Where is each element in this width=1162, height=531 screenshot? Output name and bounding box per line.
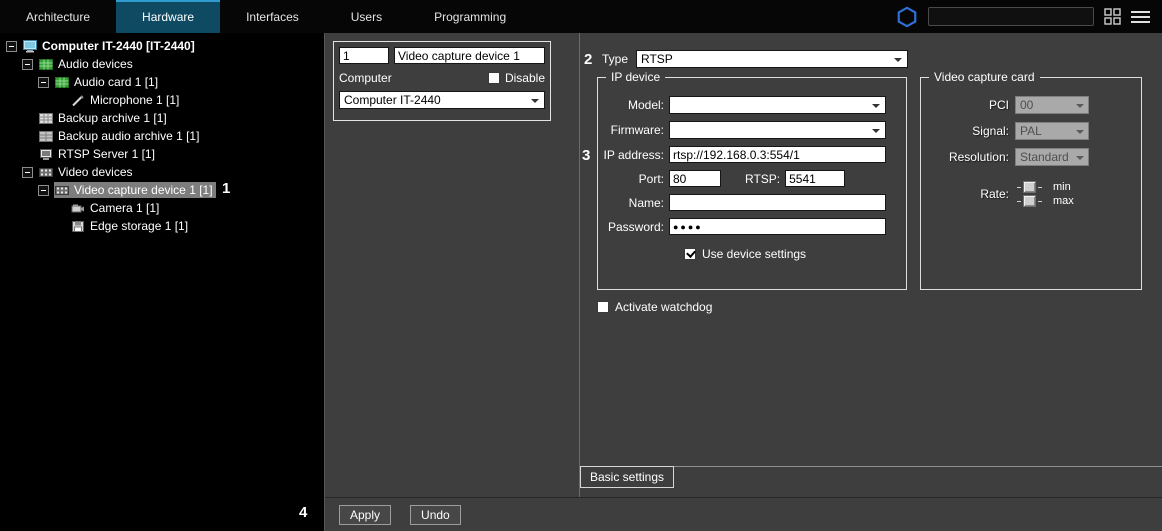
tree-item-computer[interactable]: Computer IT-2440 [IT-2440] (0, 37, 324, 55)
activate-watchdog-checkbox[interactable] (597, 301, 609, 313)
tab-basic-settings[interactable]: Basic settings (580, 466, 675, 488)
logo-hexagon-icon (896, 6, 918, 28)
menu-hardware[interactable]: Hardware (116, 0, 221, 33)
top-menubar: Architecture Hardware Interfaces Users P… (0, 0, 1162, 33)
rate-label: Rate: (980, 187, 1009, 201)
type-select[interactable]: RTSP (636, 50, 909, 68)
device-settings: Type RTSP IP device Model: Firmware: IP … (580, 33, 1162, 497)
resolution-label: Resolution: (948, 150, 1009, 164)
camera-icon (71, 202, 85, 215)
step-annotation-1: 1 (222, 180, 231, 197)
video-capture-device-icon (55, 184, 69, 197)
computer-icon (23, 39, 37, 53)
search-input[interactable] (928, 7, 1094, 26)
device-name-input[interactable] (394, 47, 545, 64)
tree-item-camera[interactable]: Camera 1 [1] (0, 199, 324, 217)
tick-mark (1038, 200, 1042, 202)
device-card: Computer Disable Computer IT-2440 (333, 41, 551, 121)
tree-item-audio-devices[interactable]: Audio devices (0, 55, 324, 73)
tree-item-video-devices[interactable]: Video devices (0, 163, 324, 181)
computer-select[interactable]: Computer IT-2440 (339, 91, 545, 109)
backup-archive-icon (39, 112, 53, 125)
collapse-icon[interactable] (38, 184, 49, 196)
firmware-label: Firmware: (610, 123, 664, 137)
tree-item-rtsp-server[interactable]: RTSP Server 1 [1] (0, 145, 324, 163)
firmware-select[interactable] (669, 121, 886, 139)
menu-interfaces[interactable]: Interfaces (220, 0, 325, 33)
action-bar: Apply Undo (325, 497, 1162, 531)
device-tree: Computer IT-2440 [IT-2440] Audio devices… (0, 33, 324, 531)
video-capture-card-group: Video capture card PCI 00 Signal: PAL Re… (920, 70, 1142, 290)
collapse-icon[interactable] (22, 166, 33, 178)
tree-item-video-capture-device[interactable]: Video capture device 1 [1] (0, 181, 324, 199)
signal-select: PAL (1015, 122, 1089, 140)
tree-item-backup-audio-archive[interactable]: Backup audio archive 1 [1] (0, 127, 324, 145)
microphone-icon (71, 94, 85, 107)
tree-item-edge-storage[interactable]: Edge storage 1 [1] (0, 217, 324, 235)
undo-button[interactable]: Undo (410, 504, 461, 525)
apply-button[interactable]: Apply (339, 504, 392, 525)
signal-label: Signal: (972, 124, 1009, 138)
step-annotation-3: 3 (582, 147, 591, 164)
name-label: Name: (628, 195, 664, 210)
port-input[interactable] (669, 170, 721, 187)
device-id-input[interactable] (339, 47, 389, 64)
disable-checkbox[interactable] (487, 72, 500, 84)
step-annotation-2: 2 (584, 51, 593, 68)
model-label: Model: (627, 98, 664, 112)
rate-max-label: max (1053, 195, 1074, 207)
rtsp-server-icon (39, 148, 53, 161)
grid-icon[interactable] (1104, 8, 1121, 25)
ip-address-label: IP address: (603, 147, 664, 162)
ip-device-legend: IP device (606, 70, 666, 84)
disable-label: Disable (504, 71, 545, 85)
tree-item-backup-archive[interactable]: Backup archive 1 [1] (0, 109, 324, 127)
step-annotation-4: 4 (299, 504, 308, 521)
menu-users[interactable]: Users (325, 0, 408, 33)
edge-storage-icon (71, 220, 85, 233)
rate-up-button[interactable] (1023, 181, 1036, 193)
menu-icon[interactable] (1131, 10, 1150, 24)
ip-device-group: IP device Model: Firmware: IP address: r… (597, 70, 907, 290)
model-select[interactable] (669, 96, 886, 114)
backup-audio-archive-icon (39, 130, 53, 143)
rtsp-port-label: RTSP: (745, 171, 781, 186)
tick-mark (1017, 200, 1021, 202)
application-window: Architecture Hardware Interfaces Users P… (0, 0, 1162, 531)
rate-slider[interactable]: min max (1015, 180, 1074, 208)
name-input[interactable] (669, 194, 886, 211)
ip-address-input[interactable] (669, 146, 886, 163)
password-input[interactable] (669, 218, 886, 235)
menu-programming[interactable]: Programming (408, 0, 532, 33)
type-label: Type (602, 52, 629, 66)
rate-min-label: min (1053, 181, 1071, 193)
menu-architecture[interactable]: Architecture (0, 0, 116, 33)
tick-mark (1017, 186, 1021, 188)
settings-panel: Computer Disable Computer IT-2440 Type R… (324, 33, 1162, 531)
collapse-icon[interactable] (38, 76, 49, 88)
password-label: Password: (607, 219, 664, 234)
collapse-icon[interactable] (22, 58, 33, 70)
rtsp-port-input[interactable] (785, 170, 846, 187)
activate-watchdog-label: Activate watchdog (615, 300, 713, 314)
use-device-settings-checkbox[interactable] (684, 248, 696, 260)
port-label: Port: (638, 171, 664, 186)
collapse-icon[interactable] (6, 40, 17, 52)
audio-devices-icon (39, 58, 53, 71)
tree-item-audio-card[interactable]: Audio card 1 [1] (0, 73, 324, 91)
resolution-select: Standard (1015, 148, 1089, 166)
audio-card-icon (55, 76, 69, 89)
use-device-settings-label: Use device settings (702, 247, 807, 261)
pci-label: PCI (988, 98, 1009, 112)
computer-label: Computer (339, 71, 392, 85)
rate-down-button[interactable] (1023, 195, 1036, 207)
video-devices-icon (39, 166, 53, 179)
tick-mark (1038, 186, 1042, 188)
tree-item-microphone[interactable]: Microphone 1 [1] (0, 91, 324, 109)
video-capture-card-legend: Video capture card (929, 70, 1040, 84)
pci-select: 00 (1015, 96, 1089, 114)
